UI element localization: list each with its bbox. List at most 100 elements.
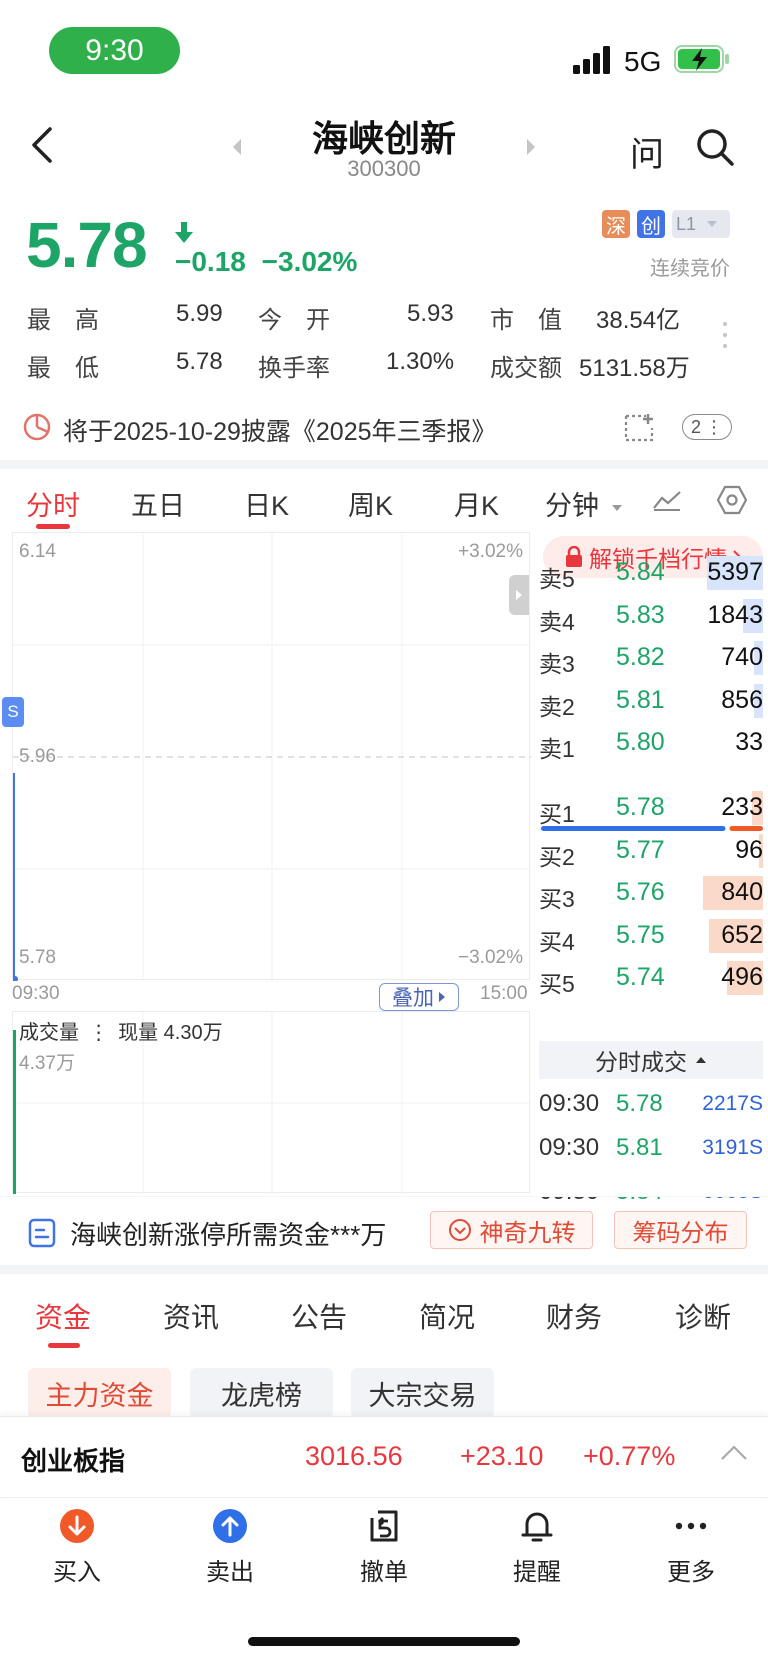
bid-row[interactable]: 买1 5.78 233 (539, 787, 763, 832)
bid-row[interactable]: 买5 5.74 496 (539, 957, 763, 1002)
buy-button[interactable]: 买入 (27, 1508, 127, 1587)
level-volume: 840 (721, 878, 763, 906)
down-arrow-icon (175, 222, 193, 243)
tab-profile[interactable]: 简况 (419, 1296, 475, 1336)
axis-price-mid: 5.96 (19, 746, 56, 767)
caret-up-icon (696, 1057, 706, 1063)
next-stock-icon[interactable] (526, 138, 536, 156)
row-divider (0, 1196, 768, 1197)
active-tab-indicator (48, 1343, 80, 1348)
sell-button[interactable]: 卖出 (180, 1508, 280, 1587)
trades-header[interactable]: 分时成交 (539, 1041, 763, 1079)
prev-stock-icon[interactable] (232, 138, 242, 156)
level-volume: 740 (721, 643, 763, 671)
bid-row[interactable]: 买4 5.75 652 (539, 915, 763, 960)
level-price: 5.76 (616, 878, 665, 906)
add-calendar-icon[interactable] (622, 412, 658, 444)
level-price: 5.84 (616, 558, 665, 586)
amount-label: 成交额 (490, 355, 562, 382)
tab-financials[interactable]: 财务 (546, 1296, 602, 1336)
open-value: 5.93 (407, 300, 454, 327)
ask-row[interactable]: 卖4 5.83 1843 (539, 595, 763, 640)
level-tag[interactable]: L1 (672, 210, 730, 238)
level-volume: 96 (735, 835, 763, 864)
time-start: 09:30 (12, 983, 60, 1004)
tab-minute[interactable]: 分钟 (545, 484, 623, 523)
tab-funds[interactable]: 资金 (35, 1296, 91, 1336)
settings-icon[interactable] (716, 484, 748, 516)
board-tag: 创 (637, 210, 665, 238)
magic-nine-button[interactable]: 神奇九转 (430, 1211, 593, 1249)
tab-announcements[interactable]: 公告 (291, 1296, 347, 1336)
volume-current: 现量 4.30万 (118, 1022, 223, 1044)
axis-pct-low: −3.02% (458, 947, 523, 968)
disclosure-notice[interactable]: 将于2025-10-29披露《2025年三季报》 (63, 412, 497, 448)
notice-count[interactable]: 2 ⋮ (682, 414, 732, 440)
level-tag-label: L1 (676, 213, 697, 234)
magic-nine-label: 神奇九转 (479, 1219, 576, 1247)
mcap-label: 市 值 (490, 307, 562, 334)
subtab-block-trade[interactable]: 大宗交易 (351, 1368, 494, 1418)
subtab-dragon-tiger[interactable]: 龙虎榜 (190, 1368, 333, 1418)
volume-chart[interactable]: 成交量 ⋮ 现量 4.30万 4.37万 (12, 1011, 531, 1194)
bid-row[interactable]: 买3 5.76 840 (539, 872, 763, 917)
caret-down-icon (707, 221, 718, 227)
level-volume: 1843 (707, 600, 763, 629)
chevron-up-icon[interactable] (720, 1443, 748, 1463)
ask-button[interactable]: 问 (630, 127, 664, 176)
tab-monthly-k[interactable]: 月K (454, 484, 499, 523)
tab-daily-k[interactable]: 日K (244, 484, 289, 523)
back-icon[interactable] (28, 125, 58, 165)
price-point (12, 976, 18, 982)
more-icon (675, 1522, 707, 1530)
cancel-order-button[interactable]: 撤单 (334, 1508, 434, 1587)
tab-weekly-k[interactable]: 周K (348, 484, 393, 523)
indicator-icon[interactable] (652, 488, 682, 512)
notice-count-value: 2 (690, 416, 701, 437)
time-end: 15:00 (480, 983, 528, 1004)
overlay-button[interactable]: 叠加 (379, 983, 459, 1011)
check-circle-icon (448, 1219, 471, 1241)
sell-marker[interactable]: S (2, 697, 24, 727)
intraday-chart[interactable]: 6.14 +3.02% 5.96 5.78 −3.02% S (2, 532, 531, 982)
ask-row[interactable]: 卖1 5.80 33 (539, 722, 763, 767)
turnover-value: 1.30% (386, 348, 455, 375)
trades-header-label: 分时成交 (595, 1049, 687, 1075)
tab-diagnosis[interactable]: 诊断 (675, 1296, 731, 1336)
alert-button[interactable]: 提醒 (487, 1508, 587, 1587)
exchange-tag: 深 (602, 210, 630, 238)
trade-price: 5.78 (616, 1090, 663, 1117)
limit-up-funds[interactable]: 海峡创新涨停所需资金***万 (70, 1215, 386, 1252)
level-label: 买2 (539, 843, 575, 870)
more-vertical-icon[interactable] (722, 320, 728, 350)
chip-distribution-button[interactable]: 筹码分布 (614, 1211, 747, 1249)
tab-five-day[interactable]: 五日 (131, 484, 185, 523)
intraday-chart-svg (12, 533, 531, 982)
level-volume: 652 (721, 920, 763, 949)
subtab-main-funds[interactable]: 主力资金 (28, 1368, 171, 1418)
tab-minute-label: 分钟 (545, 491, 599, 521)
list-fade (539, 1024, 763, 1042)
stock-name: 海峡创新 (311, 118, 456, 159)
level-label: 卖5 (539, 566, 575, 592)
axis-price-high: 6.14 (19, 541, 56, 562)
expand-handle[interactable] (509, 575, 529, 615)
buy-label: 买入 (53, 1559, 101, 1586)
trade-time: 09:30 (539, 1134, 600, 1161)
level-label: 买1 (539, 801, 575, 827)
bid-row[interactable]: 买2 5.77 96 (539, 830, 763, 875)
caret-down-icon (611, 504, 622, 511)
trade-volume: 3191S (702, 1136, 763, 1159)
high-value: 5.99 (176, 300, 223, 327)
tab-news[interactable]: 资讯 (163, 1296, 219, 1336)
search-icon[interactable] (695, 127, 735, 167)
level-price: 5.83 (616, 600, 665, 629)
tab-intraday[interactable]: 分时 (26, 484, 80, 523)
ask-row[interactable]: 卖3 5.82 740 (539, 637, 763, 682)
ask-row[interactable]: 卖2 5.81 856 (539, 680, 763, 725)
level-volume: 5397 (707, 558, 763, 586)
cancel-order-icon (370, 1510, 398, 1542)
ask-row[interactable]: 卖5 5.84 5397 (539, 552, 763, 597)
volume-bar (13, 1030, 16, 1194)
more-button[interactable]: 更多 (641, 1508, 741, 1587)
